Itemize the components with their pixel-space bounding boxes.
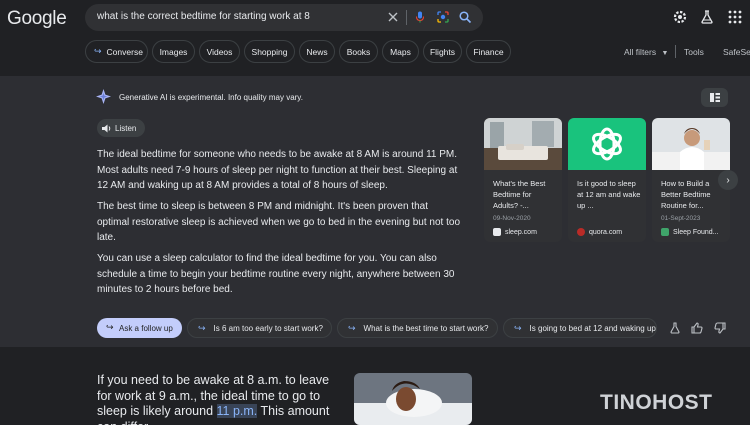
- ai-paragraph-1: The ideal bedtime for someone who needs …: [97, 149, 458, 191]
- tab-books[interactable]: Books: [339, 40, 378, 63]
- woman-bedtime-image: [652, 118, 730, 170]
- card-source: quora.com: [577, 228, 622, 236]
- follow-up-arrow-icon: ↪: [348, 322, 356, 333]
- speaker-icon: [102, 124, 111, 133]
- labs-flask-small-icon[interactable]: [669, 322, 681, 334]
- labs-flask-icon[interactable]: [699, 9, 715, 25]
- sleep-foundation-favicon-icon: [661, 228, 669, 236]
- card-date: 01-Sept-2023: [661, 215, 701, 222]
- quora-favicon-icon: [577, 228, 585, 236]
- ask-follow-up-button[interactable]: ↪ Ask a follow up: [97, 318, 182, 338]
- follow-up-arrow-icon: ↪: [198, 322, 206, 333]
- ai-paragraph-2: The best time to sleep is between 8 PM a…: [97, 201, 461, 243]
- chevron-right-icon: ›: [726, 174, 730, 186]
- card-title: What's the Best Bedtime for Adults? -...: [493, 179, 546, 210]
- converse-arrow-icon: ↪: [94, 46, 102, 56]
- ai-paragraph-3: You can use a sleep calculator to find t…: [97, 253, 455, 295]
- card-title: Is it good to sleep at 12 am and wake up…: [577, 179, 641, 210]
- card-source: sleep.com: [493, 228, 537, 236]
- sleep-favicon-icon: [493, 228, 501, 236]
- thumbs-down-icon[interactable]: [714, 322, 726, 334]
- header: Google what is the correct bedtime for s…: [0, 0, 750, 76]
- clear-icon[interactable]: [386, 10, 400, 24]
- follow-up-suggestion[interactable]: ↪ Is 6 am too early to start work?: [187, 318, 332, 338]
- follow-up-arrow-icon: ↪: [514, 322, 522, 333]
- card-title: How to Build a Better Bedtime Routine fo…: [661, 179, 711, 210]
- card-source: Sleep Found...: [661, 228, 719, 236]
- search-divider: [406, 10, 407, 25]
- tab-images[interactable]: Images: [152, 40, 195, 63]
- tab-converse[interactable]: ↪ Converse: [85, 40, 148, 63]
- apps-grid-icon[interactable]: [727, 9, 743, 25]
- source-card[interactable]: Is it good to sleep at 12 am and wake up…: [568, 118, 646, 242]
- search-input[interactable]: what is the correct bedtime for starting…: [97, 11, 310, 22]
- tinohost-watermark: TINOHOST: [600, 391, 713, 414]
- search-box[interactable]: what is the correct bedtime for starting…: [85, 4, 483, 31]
- next-cards-button[interactable]: ›: [718, 170, 738, 190]
- follow-up-suggestion[interactable]: ↪ What is the best time to start work?: [337, 318, 498, 338]
- dropdown-caret-icon: ▼: [661, 50, 669, 57]
- tab-news[interactable]: News: [299, 40, 335, 63]
- tab-flights[interactable]: Flights: [423, 40, 462, 63]
- snippet-highlight: 11 p.m.: [216, 404, 258, 418]
- tools-divider: [675, 45, 676, 58]
- tab-finance[interactable]: Finance: [466, 40, 511, 63]
- follow-up-suggestion[interactable]: ↪ Is going to bed at 12 and waking up: [503, 318, 657, 338]
- follow-up-arrow-icon: ↪: [106, 322, 114, 332]
- bedroom-image: [484, 118, 562, 170]
- source-card[interactable]: What's the Best Bedtime for Adults? -...…: [484, 118, 562, 242]
- ai-experimental-notice: Generative AI is experimental. Info qual…: [119, 93, 303, 102]
- layout-icon: [709, 93, 720, 102]
- search-icon[interactable]: [458, 10, 472, 24]
- gemini-sparkle-icon: [96, 89, 111, 104]
- google-logo[interactable]: Google: [7, 8, 67, 30]
- tab-shopping[interactable]: Shopping: [244, 40, 295, 63]
- safesearch-button[interactable]: SafeSea: [723, 47, 750, 57]
- thumbs-up-icon[interactable]: [691, 322, 703, 334]
- layout-toggle-button[interactable]: [701, 88, 728, 107]
- featured-snippet-text: If you need to be awake at 8 a.m. to lea…: [97, 373, 330, 425]
- openai-logo-image: [568, 118, 646, 170]
- google-lens-icon[interactable]: [436, 10, 450, 24]
- sleeping-woman-image[interactable]: [354, 373, 472, 425]
- sleeping-woman-picture: [354, 373, 472, 425]
- tab-videos[interactable]: Videos: [199, 40, 240, 63]
- card-date: 09-Nov-2020: [493, 215, 531, 222]
- gear-icon[interactable]: [672, 9, 688, 25]
- microphone-icon[interactable]: [413, 10, 427, 24]
- all-filters-button[interactable]: All filters ▼: [624, 47, 668, 57]
- tab-maps[interactable]: Maps: [382, 40, 419, 63]
- tools-button[interactable]: Tools: [684, 47, 704, 57]
